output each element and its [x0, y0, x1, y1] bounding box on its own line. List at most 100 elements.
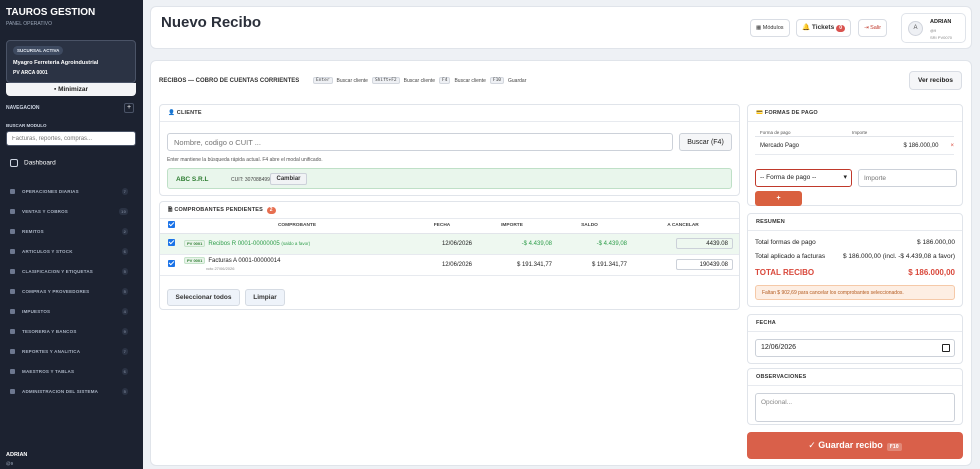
total-formas-row: Total formas de pago $ 186.000,00	[755, 239, 955, 246]
nav-list: OPERACIONES DIARIAS 7 VENTAS Y COBROS 10 R…	[10, 181, 128, 401]
cliente-search-input[interactable]	[167, 133, 673, 151]
guardar-recibo-button[interactable]: ✓ Guardar recibo F10	[747, 432, 963, 459]
keyboard-hints: Enter Buscar cliente Shift+F2 Buscar clien…	[313, 77, 526, 84]
cambiar-button[interactable]: Cambiar	[270, 173, 307, 185]
col-comprobante: COMPROBANTE	[182, 219, 412, 234]
fp-forma: Mercado Pago	[760, 142, 800, 149]
sidebar-user-role: @9	[6, 461, 14, 466]
sidebar-item-ventas[interactable]: VENTAS Y COBROS 10	[10, 201, 128, 221]
box-icon	[10, 248, 15, 254]
brand-subtitle: PANEL OPERATIVO	[6, 21, 53, 27]
forma-pago-select[interactable]: -- Forma de pago --	[755, 169, 852, 187]
cliente-hint: Enter mantiene la búsqueda rápida actual…	[167, 157, 323, 163]
importe-cell: $ 191.341,77	[472, 254, 552, 276]
formas-pago-table: Forma de pago Importe Mercado Pago $ 186.0…	[755, 128, 954, 155]
dashboard-label: Dashboard	[24, 159, 56, 167]
col-importe: IMPORTE	[472, 219, 552, 234]
sidebar-item-articulos[interactable]: ARTICULOS Y STOCK 6	[10, 241, 128, 261]
tickets-button[interactable]: 🔔 Tickets 0	[796, 19, 851, 37]
modulos-label: Módulos	[762, 25, 784, 31]
fp-row: Mercado Pago $ 186.000,00 ×	[755, 137, 954, 155]
sidebar-item-maestros[interactable]: MAESTROS Y TABLAS 6	[10, 361, 128, 381]
comprobante-link[interactable]: Recibos R 0001-00000005	[208, 241, 279, 247]
pv-badge: PV 0001	[184, 256, 206, 264]
user-pv: SRI PV0070	[930, 35, 953, 40]
tickets-badge: 0	[836, 25, 845, 32]
card-icon: 💳	[756, 110, 765, 116]
cart-icon	[10, 208, 15, 214]
sucursal-badge: SUCURSAL ACTIVA	[13, 46, 64, 55]
table-header: COMPROBANTE FECHA IMPORTE SALDO A CANCEL…	[160, 219, 739, 234]
nav-count: 2	[121, 227, 128, 235]
user-name: ADRIAN	[930, 19, 952, 25]
sidebar-item-impuestos[interactable]: IMPUESTOS 4	[10, 301, 128, 321]
kbd-label: Buscar cliente	[454, 77, 486, 84]
ver-recibos-button[interactable]: Ver recibos	[909, 71, 962, 90]
sidebar-item-reportes[interactable]: REPORTES Y ANALITICA 7	[10, 341, 128, 361]
search-label: BUSCAR MODULO	[6, 123, 47, 128]
nav-label: ARTICULOS Y STOCK	[22, 248, 73, 254]
fecha-input[interactable]: 12/06/2026	[755, 339, 955, 357]
col-importe: Importe	[852, 129, 868, 135]
page-header: Nuevo Recibo ▦ Módulos 🔔 Tickets 0 ⇥ Sali…	[150, 6, 972, 49]
sidebar-item-tesoreria[interactable]: TESORERIA Y BANCOS 9	[10, 321, 128, 341]
warning-message: Faltan $ 902,69 para cancelar los compro…	[755, 285, 955, 300]
select-all-button[interactable]: Seleccionar todos	[167, 289, 240, 306]
total-formas-value: $ 186.000,00	[917, 239, 955, 246]
bag-icon	[10, 288, 15, 294]
add-forma-pago-button[interactable]: +	[755, 191, 802, 206]
nav-count: 5	[121, 387, 128, 395]
saldo-cell: $ 191.341,77	[552, 254, 627, 276]
grid-icon: ▦	[756, 25, 763, 31]
sidebar-item-dashboard[interactable]: Dashboard	[10, 159, 56, 167]
importe-input[interactable]	[858, 169, 957, 187]
saldo-cell: -$ 4.439,08	[552, 233, 627, 255]
sidebar-item-operaciones[interactable]: OPERACIONES DIARIAS 7	[10, 181, 128, 201]
salir-button[interactable]: ⇥ Salir	[858, 19, 888, 37]
nav-count: 5	[121, 267, 128, 275]
row-checkbox[interactable]	[160, 254, 182, 276]
calendar-icon[interactable]	[942, 344, 950, 352]
sidebar-item-clasificacion[interactable]: CLASIFICACION Y ETIQUETAS 5	[10, 261, 128, 281]
a-cancelar-input[interactable]: 4439.08	[676, 238, 733, 249]
table-row: PV 0001 Recibos R 0001-00000005 (saldo a …	[160, 233, 739, 255]
fecha-cell: 12/06/2026	[412, 254, 472, 276]
total-recibo-row: TOTAL RECIBO $ 186.000,00	[755, 268, 955, 277]
nav-label: MAESTROS Y TABLAS	[22, 368, 75, 374]
comprobante-note: (saldo a favor)	[281, 240, 311, 246]
user-icon: 👤	[168, 110, 177, 116]
sidebar: TAUROS GESTION PANEL OPERATIVO SUCURSAL …	[0, 0, 143, 469]
nav-label: COMPRAS Y PROVEEDORES	[22, 288, 90, 294]
kbd-key: F10	[489, 77, 505, 84]
buscar-cliente-button[interactable]: Buscar (F4)	[679, 133, 732, 151]
row-checkbox[interactable]	[160, 233, 182, 255]
modulos-button[interactable]: ▦ Módulos	[750, 19, 790, 37]
user-menu[interactable]: A ADRIAN @9 SRI PV0070	[901, 13, 966, 43]
minimize-label: Minimizar	[58, 86, 89, 93]
nav-add-button[interactable]: +	[124, 103, 134, 113]
guardar-key: F10	[886, 443, 902, 451]
remove-icon[interactable]: ×	[950, 143, 954, 149]
client-name: ABC S.R.L	[176, 176, 209, 183]
bolt-icon	[10, 188, 15, 194]
module-search-input[interactable]	[6, 131, 136, 146]
minimize-button[interactable]: ▪ Minimizar	[6, 83, 136, 96]
kbd-key: Enter	[313, 77, 333, 84]
sidebar-item-administracion[interactable]: ADMINISTRACION DEL SISTEMA 5	[10, 381, 128, 401]
table-row: PV 0001 Facturas A 0001-00000014 vcto 27/0…	[160, 254, 739, 276]
select-all-checkbox[interactable]	[160, 219, 182, 234]
comprobantes-heading: 🗎 COMPROBANTES PENDIENTES 2	[160, 202, 739, 219]
a-cancelar-cell: 190439.08	[627, 254, 739, 276]
salir-label: Salir	[870, 25, 882, 31]
comprobante-link[interactable]: Facturas A 0001-00000014	[208, 258, 280, 264]
comprobante-cell: PV 0001 Recibos R 0001-00000005 (saldo a …	[182, 233, 412, 255]
clear-button[interactable]: Limpiar	[245, 289, 285, 306]
sidebar-item-compras[interactable]: COMPRAS Y PROVEEDORES 5	[10, 281, 128, 301]
a-cancelar-input[interactable]: 190439.08	[676, 259, 733, 270]
nav-label: ADMINISTRACION DEL SISTEMA	[22, 388, 99, 394]
col-saldo: SALDO	[552, 219, 627, 234]
sidebar-item-remitos[interactable]: REMITOS 2	[10, 221, 128, 241]
kbd-key: F4	[439, 77, 451, 84]
kbd-label: Guardar	[508, 77, 527, 84]
observaciones-textarea[interactable]: Opcional...	[755, 393, 955, 422]
